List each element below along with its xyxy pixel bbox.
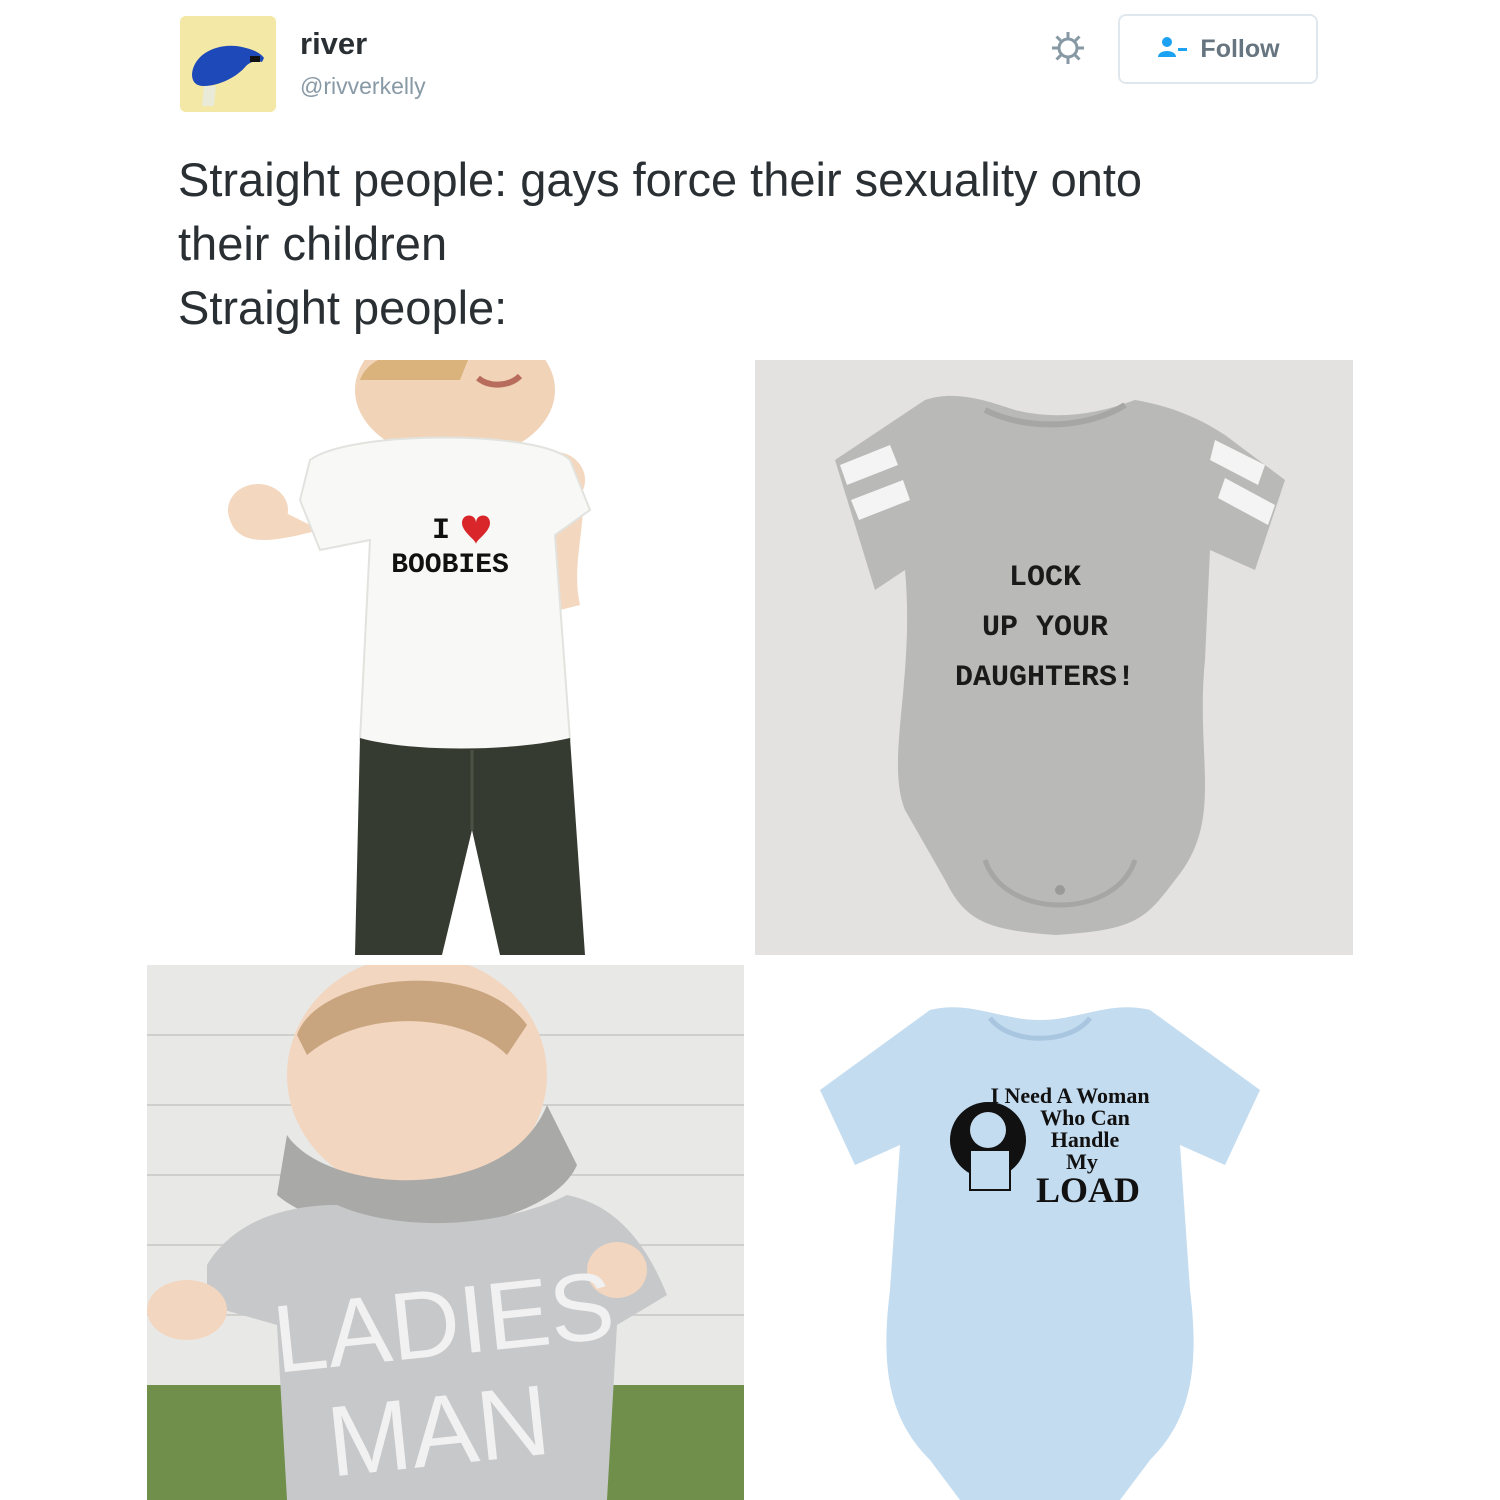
follow-label: Follow <box>1200 34 1280 63</box>
photo-ladies-man-shirt[interactable]: LADIES MAN <box>147 965 744 1500</box>
shirt-line: MAN <box>322 1364 555 1499</box>
photo-blue-onesie[interactable]: I Need A Woman Who Can Handle My LOAD <box>820 990 1290 1500</box>
tweet-line: Straight people: <box>178 281 508 334</box>
follow-button[interactable]: Follow <box>1118 14 1318 84</box>
avatar[interactable] <box>180 16 276 112</box>
shirt-line: LOCK <box>1009 561 1081 595</box>
shirt-text-i: I <box>432 514 450 548</box>
tweet-line: their children <box>178 217 448 270</box>
add-user-icon <box>1156 36 1190 63</box>
shirt-line: LOAD <box>1036 1170 1140 1210</box>
display-name[interactable]: river <box>300 26 367 62</box>
shirt-line: DAUGHTERS! <box>955 661 1135 695</box>
user-handle[interactable]: @rivverkelly <box>300 73 426 100</box>
photo-grey-onesie[interactable]: LOCK UP YOUR DAUGHTERS! <box>755 360 1353 955</box>
shirt-line: UP YOUR <box>982 611 1108 645</box>
tweet-text: Straight people: gays force their sexual… <box>178 148 1358 340</box>
tweet-line: Straight people: gays force their sexual… <box>178 153 1143 206</box>
photo-toddler-white-shirt[interactable]: I BOOBIES <box>210 360 610 955</box>
gear-icon[interactable] <box>1050 30 1086 66</box>
shirt-text-boobies: BOOBIES <box>391 550 509 581</box>
